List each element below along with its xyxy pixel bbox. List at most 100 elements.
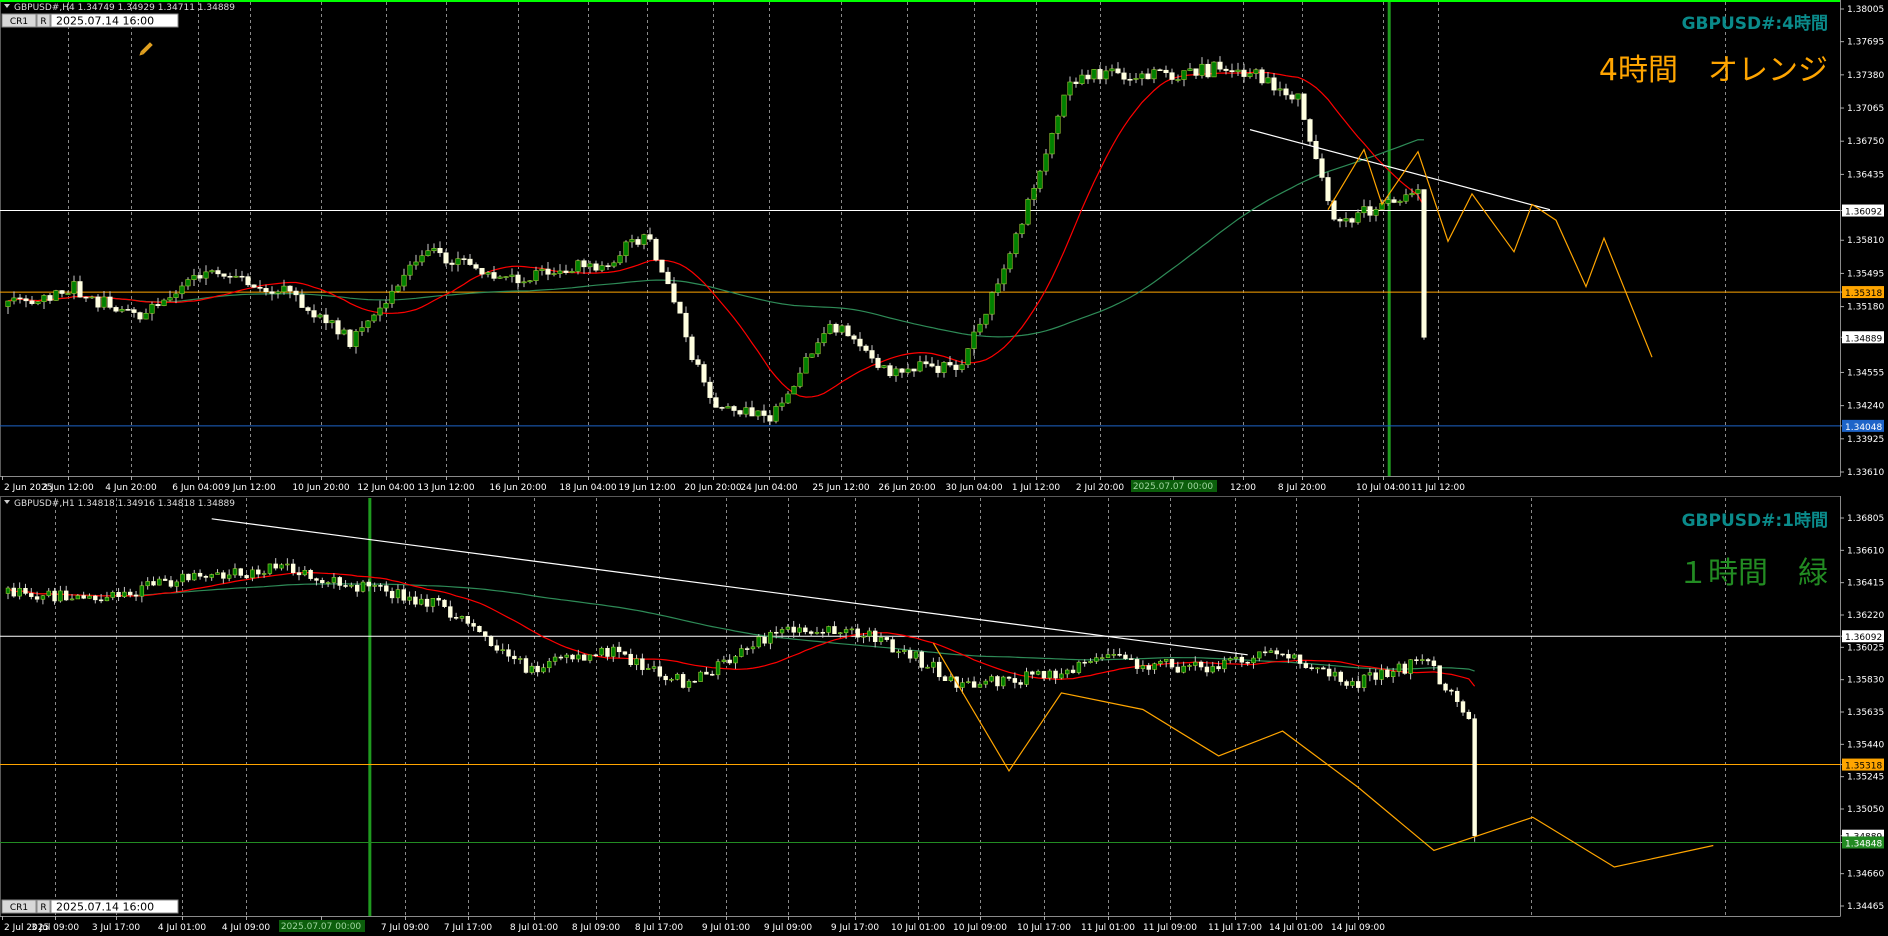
candle xyxy=(911,368,917,372)
candle xyxy=(779,402,785,407)
header-collapse-icon[interactable] xyxy=(4,500,10,504)
price-tick-label: 1.35440 xyxy=(1847,740,1884,750)
candle xyxy=(1331,200,1337,220)
time-tick-label: 8 Jul 01:00 xyxy=(510,923,559,933)
candle xyxy=(935,365,941,373)
candle xyxy=(35,301,41,304)
candle xyxy=(575,260,581,272)
price-tick-label: 1.36610 xyxy=(1847,546,1884,556)
candle xyxy=(1047,670,1052,679)
candle xyxy=(762,636,767,644)
candle xyxy=(1085,74,1091,80)
candle xyxy=(1134,659,1140,669)
candle xyxy=(77,281,83,298)
candle xyxy=(576,654,581,660)
candle xyxy=(83,296,89,299)
ma-fast-line xyxy=(7,572,1476,687)
candle xyxy=(448,606,453,618)
candle xyxy=(1217,61,1223,70)
candles-group xyxy=(5,56,1427,426)
candle xyxy=(137,312,143,320)
candle xyxy=(971,331,977,349)
candle xyxy=(128,591,133,596)
candle xyxy=(1415,189,1421,194)
candle xyxy=(395,285,401,292)
candle xyxy=(113,307,119,312)
candle xyxy=(437,248,443,254)
candle xyxy=(905,368,911,373)
candle xyxy=(384,585,389,592)
candle xyxy=(517,658,523,660)
candle xyxy=(23,588,28,594)
candle xyxy=(1013,233,1019,254)
candle xyxy=(686,680,692,688)
candle xyxy=(1325,177,1331,202)
candle xyxy=(65,293,71,295)
candle xyxy=(587,654,593,661)
candle xyxy=(366,581,372,587)
candle xyxy=(671,283,677,303)
candle xyxy=(256,569,261,575)
candle xyxy=(515,274,521,284)
candle xyxy=(1390,671,1396,678)
candle xyxy=(651,666,657,669)
candle xyxy=(832,626,837,634)
time-tick-label: 9 Jun 12:00 xyxy=(224,483,276,493)
candle xyxy=(965,348,971,366)
candle xyxy=(707,381,713,398)
candle xyxy=(623,241,629,256)
time-tick-label: 25 Jun 12:00 xyxy=(812,483,869,493)
time-tick-label: 14 Jul 09:00 xyxy=(1331,923,1385,933)
candle xyxy=(1099,657,1105,659)
h1-chart-panel[interactable]: 1.36805 1.36610 1.36415 1.36220 1.36092 1.360… xyxy=(0,496,1888,936)
candle xyxy=(1228,658,1233,661)
candle xyxy=(261,573,267,575)
candle xyxy=(701,364,707,383)
candle xyxy=(331,577,337,583)
time-tick-label: 4 Jul 01:00 xyxy=(158,923,207,933)
h4-chart-svg[interactable]: 1.38005 1.37695 1.37380 1.37065 1.36750 1.364… xyxy=(0,0,1888,496)
candle xyxy=(1067,81,1073,96)
candle xyxy=(244,575,249,579)
candle xyxy=(890,639,895,653)
candle xyxy=(81,595,86,599)
candle xyxy=(299,294,305,308)
candle xyxy=(995,676,1000,687)
candle xyxy=(617,255,623,264)
candle xyxy=(545,268,551,275)
trend-line[interactable] xyxy=(1249,129,1551,211)
candle xyxy=(29,300,35,304)
candle xyxy=(1103,70,1109,80)
time-tick-label: 1 Jul 12:00 xyxy=(1012,483,1061,493)
candle xyxy=(125,309,131,311)
timeframe-label: １時間 緑 xyxy=(1678,556,1828,591)
candle xyxy=(506,649,511,657)
candle xyxy=(116,591,121,597)
candle xyxy=(17,588,22,597)
price-label: 1.36092 xyxy=(1845,633,1882,643)
candle xyxy=(1268,650,1274,653)
candle xyxy=(919,651,924,668)
candle xyxy=(347,329,353,347)
candle xyxy=(59,290,65,294)
candle xyxy=(1223,68,1229,71)
header-collapse-icon[interactable] xyxy=(4,4,10,8)
time-tick-label: 24 Jun 04:00 xyxy=(740,483,797,493)
time-tick-label: 7 Jul 17:00 xyxy=(444,923,493,933)
candle xyxy=(767,415,773,422)
candle xyxy=(731,406,737,411)
candle xyxy=(675,674,680,680)
candle xyxy=(215,270,221,275)
h1-chart-svg[interactable]: 1.36805 1.36610 1.36415 1.36220 1.360921.360… xyxy=(0,496,1888,936)
time-tick-label: 18 Jun 04:00 xyxy=(559,483,616,493)
pencil-icon[interactable] xyxy=(138,42,153,57)
candle xyxy=(557,270,563,274)
candle xyxy=(881,365,887,368)
candle xyxy=(329,320,335,324)
price-label: 1.34848 xyxy=(1845,839,1882,849)
candle xyxy=(1018,682,1023,685)
candle xyxy=(663,675,668,681)
trend-line[interactable] xyxy=(211,518,1248,656)
candle xyxy=(1030,671,1035,675)
h4-chart-panel[interactable]: 1.38005 1.37695 1.37380 1.37065 1.36750 1.364… xyxy=(0,0,1888,496)
